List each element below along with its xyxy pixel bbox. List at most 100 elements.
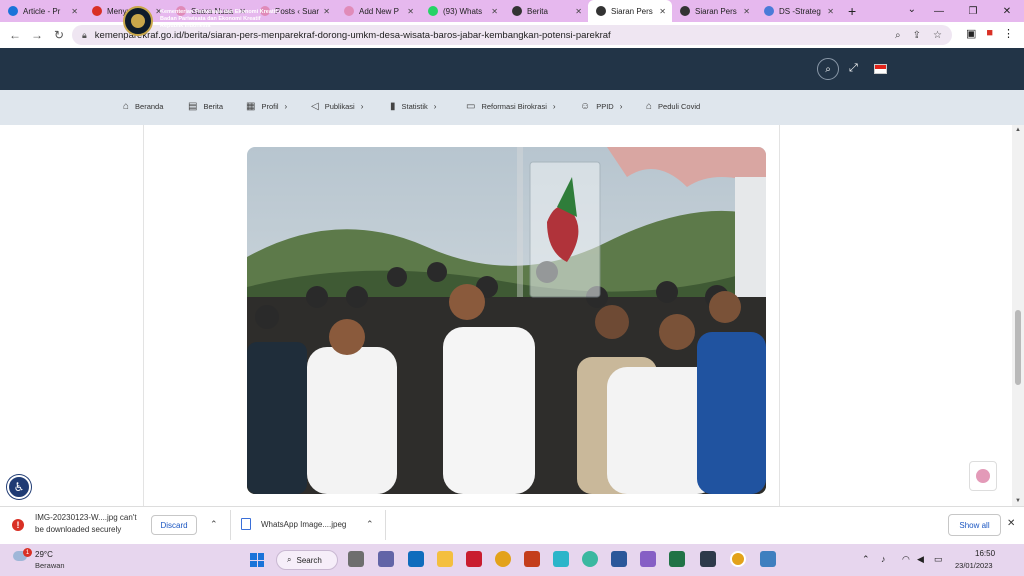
nav-item[interactable]: ▭ Reformasi Birokrasi ›: [466, 101, 556, 112]
wifi-icon[interactable]: ◠: [902, 554, 910, 565]
nav-label: Beranda: [135, 102, 164, 111]
speaker-icon[interactable]: ◀: [917, 554, 924, 565]
reload-icon[interactable]: ↻: [48, 28, 70, 42]
tab-close-icon[interactable]: ✕: [407, 7, 414, 16]
nav-item[interactable]: ☺ PPID ›: [580, 101, 622, 112]
security-app-icon[interactable]: [466, 551, 482, 567]
tab-label: Siaran Pers: [611, 6, 653, 16]
chrome-icon[interactable]: [495, 551, 511, 567]
download-file-name[interactable]: WhatsApp Image....jpeg: [261, 520, 346, 529]
show-all-button[interactable]: Show all: [948, 514, 1001, 536]
visual-studio-icon[interactable]: [640, 551, 656, 567]
weather-condition[interactable]: Berawan: [35, 561, 65, 570]
temperature[interactable]: 29°C: [35, 550, 53, 559]
failed-download-text[interactable]: IMG-20230123-W....jpg can't be downloade…: [35, 512, 147, 536]
bookmark-star-icon[interactable]: ☆: [933, 30, 942, 41]
discard-button[interactable]: Discard: [151, 515, 197, 535]
divider: [385, 510, 386, 540]
forward-icon[interactable]: →: [26, 28, 48, 42]
nav-item[interactable]: ▦ Profil ›: [246, 101, 287, 112]
nav-item[interactable]: ▮ Statistik ›: [390, 101, 436, 112]
accessibility-icon[interactable]: ♿︎: [7, 475, 31, 499]
minimize-icon[interactable]: —: [922, 0, 956, 22]
task-view-icon[interactable]: [348, 551, 364, 567]
tab-close-icon[interactable]: ✕: [575, 7, 582, 16]
url-text: kemenparekraf.go.id/berita/siaran-pers-m…: [94, 29, 611, 41]
close-icon[interactable]: ✕: [1007, 518, 1015, 529]
nav-item[interactable]: ⌂ Beranda: [123, 101, 163, 112]
edge-icon[interactable]: [582, 551, 598, 567]
tab-close-icon[interactable]: ✕: [491, 7, 498, 16]
close-icon[interactable]: ✕: [990, 0, 1024, 22]
sidepanel-icon[interactable]: ▣: [966, 27, 976, 40]
new-tab-button[interactable]: +: [840, 0, 864, 22]
menu-icon[interactable]: ⋮: [1003, 27, 1014, 40]
tab-close-icon[interactable]: ✕: [71, 7, 78, 16]
chevron-right-icon: ›: [552, 102, 556, 111]
lock-icon[interactable]: 🔒︎: [82, 30, 87, 41]
back-icon[interactable]: ←: [4, 28, 26, 42]
scrollbar-thumb[interactable]: [1015, 310, 1021, 385]
brand-line: Republik Indonesia: [160, 23, 211, 29]
scroll-down-icon[interactable]: ▼: [1015, 498, 1021, 504]
browser-tab[interactable]: Siaran Pers ✕: [588, 0, 672, 22]
browser-tab[interactable]: Article - Pr ✕: [0, 0, 84, 22]
nav-item[interactable]: ▤ Berita: [188, 101, 223, 112]
browser-tab[interactable]: Berita ✕: [504, 0, 588, 22]
page-scrollbar[interactable]: ▲ ▼: [1012, 125, 1024, 506]
tab-label: Article - Pr: [23, 6, 61, 16]
tab-label: Posts ‹ Suar: [275, 6, 320, 16]
terminal-app-icon[interactable]: [700, 551, 716, 567]
chat-assistant-icon[interactable]: [969, 461, 997, 491]
word-icon[interactable]: [611, 551, 627, 567]
browser-tab[interactable]: Add New P ✕: [336, 0, 420, 22]
share-icon[interactable]: ⇪: [913, 30, 921, 41]
site-search-icon[interactable]: ⌕: [817, 58, 839, 80]
chevron-up-icon[interactable]: ⌃: [366, 519, 374, 530]
nav-label: PPID: [596, 102, 614, 111]
tab-close-icon[interactable]: ✕: [827, 7, 834, 16]
browser-tab[interactable]: Siaran Pers ✕: [672, 0, 756, 22]
omnibox-actions: ⌕ ⇪ ☆: [895, 30, 942, 41]
zoom-icon[interactable]: ⌕: [895, 30, 901, 41]
tab-search-icon[interactable]: ⌄: [908, 4, 916, 15]
microphone-icon[interactable]: ♪: [881, 554, 886, 564]
column-divider: [779, 125, 780, 506]
ministry-name: Kementerian Pariwisata dan Ekonomi Kreat…: [160, 9, 280, 30]
taskbar-search[interactable]: ⌕ Search: [276, 550, 338, 570]
clock-date[interactable]: 23/01/2023: [955, 561, 993, 570]
maximize-icon[interactable]: ❐: [956, 0, 990, 22]
brand-line: Badan Pariwisata dan Ekonomi Kreatif: [160, 16, 261, 22]
tab-label: Add New P: [359, 6, 400, 16]
powerpoint-icon[interactable]: [524, 551, 540, 567]
scroll-up-icon[interactable]: ▲: [1015, 127, 1021, 133]
browser-tab[interactable]: DS -Strateg ✕: [756, 0, 840, 22]
extension-icon[interactable]: ■: [986, 27, 993, 40]
clock-time[interactable]: 16:50: [975, 549, 995, 558]
tab-close-icon[interactable]: ✕: [743, 7, 750, 16]
tab-close-icon[interactable]: ✕: [659, 7, 666, 16]
chrome-active-icon[interactable]: [730, 551, 746, 567]
tray-chevron-icon[interactable]: ⌃: [862, 554, 870, 565]
notes-app-icon[interactable]: [760, 551, 776, 567]
mail-app-icon[interactable]: [408, 551, 424, 567]
chat-app-icon[interactable]: [378, 551, 394, 567]
nav-item[interactable]: ◁ Publikasi ›: [311, 101, 363, 112]
nav-label: Berita: [203, 102, 224, 111]
fullscreen-icon[interactable]: ⤢: [849, 62, 858, 75]
excel-icon[interactable]: [669, 551, 685, 567]
windows-start-icon[interactable]: [250, 553, 264, 567]
ministry-logo[interactable]: [123, 6, 153, 36]
favicon-icon: [596, 6, 606, 16]
nav-item[interactable]: ⌂ Peduli Covid: [646, 101, 700, 112]
window-controls: — ❐ ✕: [922, 0, 1024, 22]
indonesia-flag-icon[interactable]: [874, 64, 887, 74]
browser-tab[interactable]: (93) Whats ✕: [420, 0, 504, 22]
battery-icon[interactable]: ▭: [934, 554, 943, 565]
chevron-up-icon[interactable]: ⌃: [210, 519, 218, 530]
tab-close-icon[interactable]: ✕: [323, 7, 330, 16]
browser-tab-strip: Article - Pr✕Menyusun✕Suara Nusa✕Posts ‹…: [0, 0, 1024, 22]
favicon-icon: [428, 6, 438, 16]
l-app-icon[interactable]: [553, 551, 569, 567]
file-explorer-icon[interactable]: [437, 551, 453, 567]
